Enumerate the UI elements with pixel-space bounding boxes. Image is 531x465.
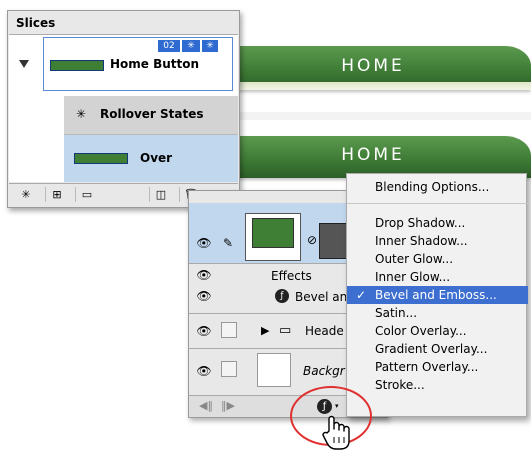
- menu-item-blending-options[interactable]: Blending Options...: [347, 178, 528, 196]
- eye-icon[interactable]: 👁: [195, 365, 213, 377]
- slice-row-home-button[interactable]: 02 ✳ ✳ Home Button: [9, 35, 238, 95]
- menu-item-outer-glow[interactable]: Outer Glow...: [347, 250, 528, 268]
- chain-link-icon[interactable]: ⊘: [307, 233, 317, 247]
- over-state-row[interactable]: Over: [64, 135, 238, 182]
- bevel-layer-label: Bevel an: [295, 290, 348, 304]
- menu-item-pattern-overlay[interactable]: Pattern Overlay...: [347, 358, 528, 376]
- menu-item-stroke[interactable]: Stroke...: [347, 376, 528, 394]
- menu-item-label: Bevel and Emboss...: [375, 288, 497, 302]
- new-rollover-icon[interactable]: ✳: [15, 187, 37, 202]
- home-button-text: HOME: [341, 145, 405, 165]
- slice-grid-icon[interactable]: ⊞: [45, 187, 68, 202]
- hand-cursor-icon: [320, 415, 352, 451]
- home-button-text: HOME: [341, 56, 405, 76]
- checkmark-icon: ✓: [356, 288, 367, 302]
- mask-thumbnail: [319, 223, 347, 259]
- home-button-preview-over: HOME: [215, 136, 531, 178]
- menu-item-drop-shadow[interactable]: Drop Shadow...: [347, 214, 528, 232]
- folder-icon: ▭: [279, 323, 292, 338]
- new-state-icon[interactable]: ◫: [149, 187, 172, 202]
- rollover-states-row[interactable]: ✳ Rollover States: [64, 96, 238, 135]
- layer-style-menu: Blending Options... Drop Shadow... Inner…: [346, 173, 528, 417]
- effects-label: Effects: [271, 269, 312, 283]
- slice-label: Home Button: [110, 57, 200, 71]
- over-label: Over: [140, 151, 173, 165]
- menu-item-color-overlay[interactable]: Color Overlay...: [347, 322, 528, 340]
- background-label: Backgr: [303, 364, 345, 378]
- eye-icon[interactable]: 👁: [195, 237, 213, 249]
- brush-icon[interactable]: ✎: [219, 237, 237, 249]
- link-badge-icon: ✳: [202, 40, 218, 52]
- menu-item-satin[interactable]: Satin...: [347, 304, 528, 322]
- eye-icon[interactable]: 👁: [195, 290, 213, 302]
- eye-icon[interactable]: 👁: [195, 269, 213, 281]
- over-thumbnail: [74, 153, 128, 164]
- group-label: Heade: [305, 324, 344, 338]
- button-shade-strip: [231, 112, 531, 120]
- eye-icon[interactable]: 👁: [195, 325, 213, 337]
- menu-item-inner-glow[interactable]: Inner Glow...: [347, 268, 528, 286]
- folder-icon[interactable]: ▭: [75, 187, 98, 202]
- group-expand-triangle-icon[interactable]: ▶: [261, 324, 269, 337]
- slices-list: 02 ✳ ✳ Home Button ✳ Rollover States Ove…: [9, 34, 238, 182]
- prev-frame-icon[interactable]: ◀‖: [199, 399, 213, 412]
- palette-title: Slices: [16, 16, 56, 30]
- menu-item-gradient-overlay[interactable]: Gradient Overlay...: [347, 340, 528, 358]
- selection-outline: 02 ✳ ✳ Home Button: [43, 37, 233, 91]
- rollover-label: Rollover States: [100, 107, 204, 121]
- menu-item-bevel-and-emboss[interactable]: ✓ Bevel and Emboss...: [347, 286, 528, 304]
- menu-item-inner-shadow[interactable]: Inner Shadow...: [347, 232, 528, 250]
- rollover-badge-icon: ✳: [182, 40, 200, 52]
- home-button-preview-top: HOME: [215, 46, 531, 90]
- slice-number-badge: 02: [158, 40, 180, 52]
- layer-thumbnail: [245, 213, 301, 261]
- slices-palette: Slices 02 ✳ ✳ Home Button ✳ Rollover Sta…: [7, 10, 240, 208]
- next-frame-icon[interactable]: ‖▶: [221, 399, 235, 412]
- slice-thumbnail: [50, 60, 104, 71]
- expand-triangle-icon[interactable]: [19, 60, 29, 68]
- background-thumbnail: [257, 353, 291, 387]
- rollover-star-icon: ✳: [76, 107, 87, 121]
- effects-icon: ƒ: [275, 289, 289, 303]
